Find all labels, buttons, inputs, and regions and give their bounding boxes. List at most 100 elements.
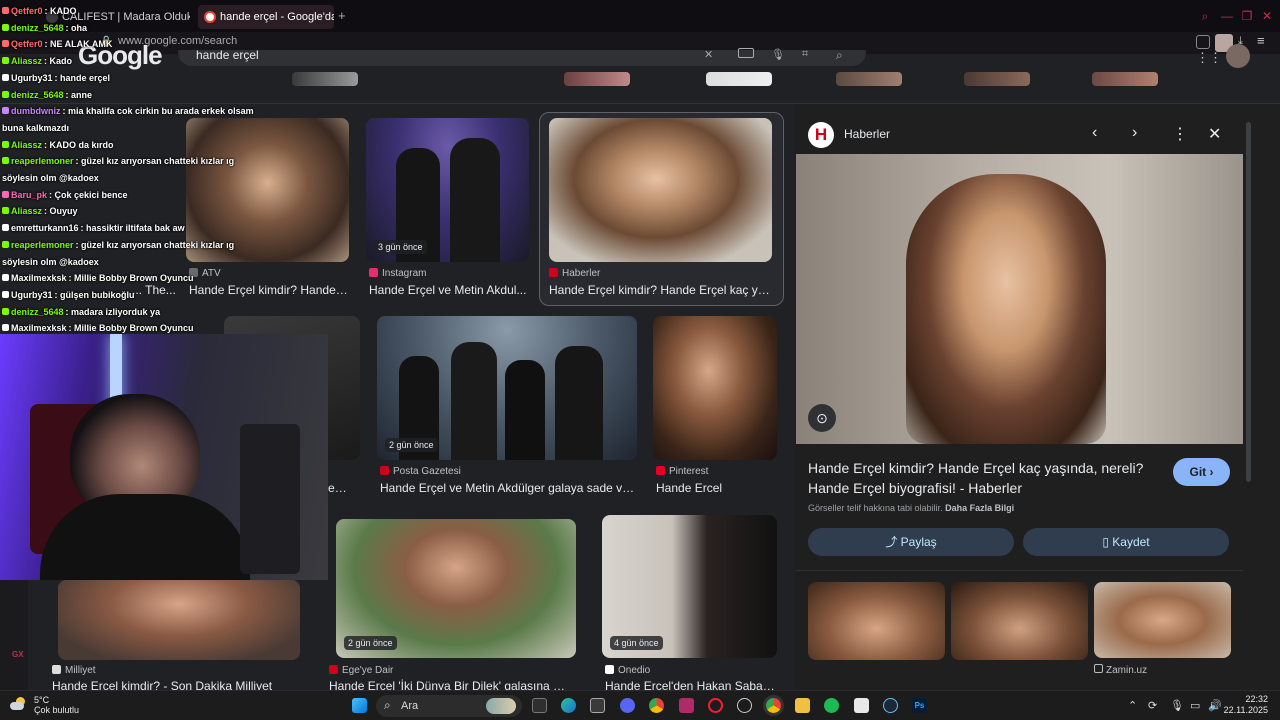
sync-icon[interactable]: ⟳ — [1148, 699, 1157, 712]
share-icon: ⤴ — [885, 535, 901, 549]
chat-username: reaperlemoner — [11, 239, 74, 250]
result-title[interactable]: emi... — [328, 481, 356, 495]
steam-icon[interactable] — [883, 698, 898, 713]
search-highlight-icon — [486, 698, 516, 714]
search-icon: ⌕ — [384, 698, 391, 712]
discord-icon[interactable] — [620, 698, 635, 713]
taskbar-search[interactable]: ⌕ Ara — [376, 695, 522, 717]
network-icon[interactable]: ▭ — [1190, 699, 1200, 712]
related-chip[interactable] — [1092, 72, 1158, 86]
chat-text: gülşen bubikoğlu — [60, 289, 135, 300]
chat-message: denizz_5648: oha — [2, 23, 87, 33]
previous-icon[interactable]: ‹ — [1092, 124, 1097, 142]
result-title[interactable]: Hande Erçel kimdir? Hande Erçel kaç yaş.… — [549, 283, 775, 297]
app-icon[interactable] — [590, 698, 605, 713]
app-icon[interactable] — [737, 698, 752, 713]
spotify-icon[interactable] — [824, 698, 839, 713]
result-image-instagram[interactable]: 3 gün önce — [366, 118, 529, 262]
chat-text: Millie Bobby Brown Oyuncu — [74, 273, 194, 284]
close-window-icon[interactable]: ✕ — [1260, 9, 1274, 23]
chat-message: Qetfer0: KADO — [2, 6, 77, 16]
chrome-icon[interactable] — [649, 698, 664, 713]
windows-start-icon[interactable] — [352, 698, 367, 713]
close-panel-icon[interactable]: ✕ — [1208, 124, 1221, 144]
windows-taskbar: 5°C Çok bulutlu ⌕ Ara Ps ⌃ ⟳ 🎙 ▭ 🔊 22:32 2… — [0, 690, 1280, 720]
edge-icon[interactable] — [561, 698, 576, 713]
voice-search-icon[interactable]: 🎙 — [771, 48, 785, 61]
result-title[interactable]: Hande Erçel ve Metin Akdülger galaya sad… — [380, 481, 636, 495]
search-icon[interactable]: ⌕ — [836, 48, 843, 63]
menu-icon[interactable]: ≡ — [1257, 33, 1265, 48]
system-clock[interactable]: 22:32 22.11.2025 — [1224, 694, 1268, 716]
related-image[interactable] — [1094, 582, 1231, 658]
chat-badge-icon — [2, 90, 9, 98]
related-chip[interactable] — [564, 72, 630, 86]
search-tabs-icon[interactable]: ⌕ — [1198, 9, 1212, 23]
more-options-icon[interactable]: ⋮ — [1172, 124, 1188, 144]
chat-text: Ouyuy — [49, 206, 78, 217]
next-icon[interactable]: › — [1132, 124, 1137, 142]
image-search-icon[interactable]: ⌗ — [802, 48, 808, 61]
result-image-onedio[interactable]: 4 gün önce — [602, 515, 777, 658]
related-image[interactable] — [808, 582, 945, 660]
save-button[interactable]: ▯ Kaydet — [1023, 528, 1229, 556]
scrollbar-thumb[interactable] — [1246, 122, 1251, 482]
related-image[interactable] — [951, 582, 1088, 660]
chat-badge-icon — [2, 23, 9, 31]
show-hidden-icons[interactable]: ⌃ — [1128, 699, 1137, 712]
panel-title[interactable]: Hande Erçel kimdir? Hande Erçel kaç yaşı… — [808, 458, 1158, 498]
chat-badge-icon — [2, 324, 9, 332]
chat-text: mia khalifa cok cirkin bu arada erkek ol… — [68, 106, 254, 117]
panel-scrollbar[interactable] — [1244, 112, 1254, 672]
volume-icon[interactable]: 🔊 — [1208, 699, 1222, 712]
photoshop-icon[interactable]: Ps — [912, 698, 927, 713]
result-title[interactable]: Hande Erçel ve Metin Akdul... — [369, 283, 529, 297]
more-info-link[interactable]: Daha Fazla Bilgi — [945, 503, 1014, 513]
panel-source-name[interactable]: Haberler — [844, 127, 890, 141]
lens-icon[interactable]: ⊙ — [808, 404, 836, 432]
microphone-icon[interactable]: 🎙 — [1170, 699, 1184, 712]
result-image-posta[interactable]: 2 gün önce — [377, 316, 637, 460]
apps-icon[interactable]: ⋮⋮ — [1196, 50, 1222, 66]
share-button[interactable]: ⤴ Paylaş — [808, 528, 1014, 556]
chat-message: Aliassz: KADO da kırdo — [2, 140, 114, 150]
app-icon[interactable] — [854, 698, 869, 713]
chat-text: söylesin olm @kadoex — [2, 173, 99, 183]
clear-search-icon[interactable]: ✕ — [704, 48, 713, 61]
chat-message: Maxilmexksk: Millie Bobby Brown Oyuncu — [2, 323, 194, 333]
result-image-haberler[interactable] — [549, 118, 772, 262]
chrome-active-icon[interactable] — [766, 698, 781, 713]
taskbar-search-label: Ara — [401, 700, 419, 712]
task-view-icon[interactable] — [532, 698, 547, 713]
result-source-posta: Posta Gazetesi — [380, 466, 461, 477]
chat-username: Aliassz — [11, 56, 43, 67]
related-chip[interactable] — [836, 72, 902, 86]
related-chip[interactable] — [706, 72, 772, 86]
account-avatar[interactable] — [1226, 44, 1250, 68]
bookmark-icon: ▯ — [1102, 535, 1113, 549]
file-explorer-icon[interactable] — [795, 698, 810, 713]
restore-icon[interactable]: ❐ — [1240, 9, 1254, 23]
chat-text: söylesin olm @kadoex — [2, 256, 99, 267]
visit-button[interactable]: Git › — [1173, 458, 1230, 486]
extensions-icon[interactable] — [1196, 35, 1210, 49]
keyboard-icon[interactable] — [738, 48, 754, 58]
related-chip[interactable] — [964, 72, 1030, 86]
chat-username: denizz_5648 — [11, 22, 64, 33]
chat-text: Kado — [49, 56, 73, 67]
cloud-sun-icon — [10, 697, 26, 711]
result-image-pinterest[interactable] — [653, 316, 777, 460]
app-icon[interactable] — [679, 698, 694, 713]
chat-message: denizz_5648: anne — [2, 90, 92, 100]
result-image-milliyet[interactable] — [58, 580, 300, 660]
weather-desc: Çok bulutlu — [34, 705, 80, 715]
result-title[interactable]: Hande Ercel — [656, 481, 776, 495]
opera-gx-icon[interactable] — [708, 698, 723, 713]
chat-text: hassiktir iltifata bak aw — [86, 223, 185, 234]
chat-text: Millie Bobby Brown Oyuncu — [74, 323, 194, 334]
preview-image[interactable]: ⊙ — [796, 154, 1243, 444]
chat-badge-icon — [2, 207, 9, 215]
minimize-icon[interactable]: — — [1220, 9, 1234, 23]
chat-badge-icon — [2, 307, 9, 315]
result-image-egeyedair[interactable]: 2 gün önce — [336, 519, 576, 658]
